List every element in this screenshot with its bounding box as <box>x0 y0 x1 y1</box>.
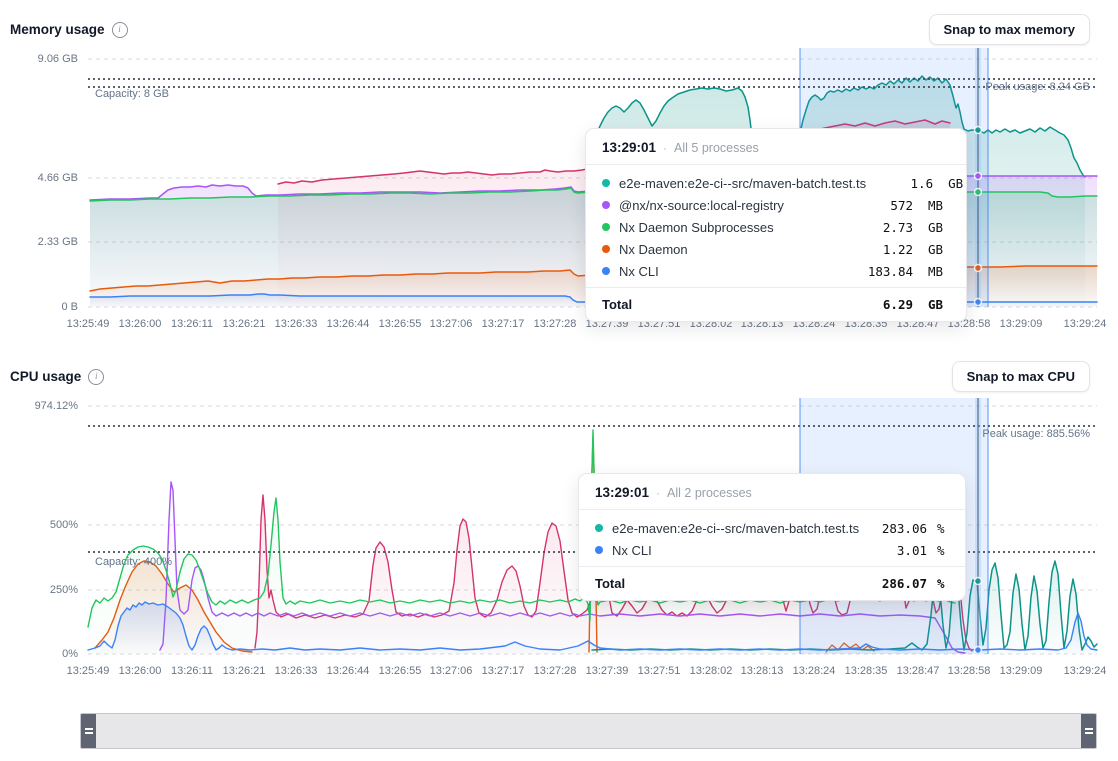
process-value: 572 <box>855 198 913 213</box>
series-color-dot <box>595 524 603 532</box>
tooltip-subtitle: All 5 processes <box>674 141 759 155</box>
total-value: 6.29 <box>855 297 913 312</box>
grip-icon <box>85 728 93 730</box>
memory-title: Memory usage <box>10 22 105 37</box>
crosshair-dot <box>975 647 982 654</box>
brush-handle-left[interactable] <box>81 714 96 748</box>
process-value: 3.01 <box>869 543 927 558</box>
tooltip-row: e2e-maven:e2e-ci--src/maven-batch.test.t… <box>595 517 949 539</box>
series-color-dot <box>602 245 610 253</box>
cpu-info-icon[interactable]: i <box>88 369 104 385</box>
x-tick-label: 13:29:09 <box>989 665 1053 677</box>
tooltip-subtitle: All 2 processes <box>667 486 752 500</box>
process-value: 1.6 <box>875 176 933 191</box>
grip-icon <box>1085 728 1093 730</box>
process-name: Nx CLI <box>619 264 846 279</box>
snap-to-max-memory-button[interactable]: Snap to max memory <box>929 14 1091 45</box>
tooltip-row: Nx CLI 3.01% <box>595 539 949 561</box>
process-value: 1.22 <box>855 242 913 257</box>
process-value: 2.73 <box>855 220 913 235</box>
crosshair-dot <box>975 173 982 180</box>
y-tick-label: 250% <box>50 584 78 596</box>
crosshair-dot <box>975 189 982 196</box>
series-color-dot <box>602 267 610 275</box>
y-tick-label: 500% <box>50 519 78 531</box>
y-tick-label: 4.66 GB <box>38 172 78 184</box>
total-unit: % <box>937 576 949 591</box>
tooltip-separator: · <box>663 141 667 155</box>
y-tick-label: 0% <box>62 648 78 660</box>
cpu-peak-label: Peak usage: 885.56% <box>982 428 1090 440</box>
process-value: 283.06 <box>869 521 927 536</box>
tooltip-row: Nx Daemon 1.22 GB <box>602 238 950 260</box>
process-unit: MB <box>928 198 950 213</box>
total-label: Total <box>595 576 860 591</box>
cpu-tooltip-header: 13:29:01 · All 2 processes <box>579 474 965 510</box>
cpu-capacity-label: Capacity: 400% <box>95 556 172 568</box>
memory-tooltip-total: Total 6.29 GB <box>586 287 966 321</box>
snap-to-max-cpu-button[interactable]: Snap to max CPU <box>952 361 1090 392</box>
process-unit: % <box>937 543 949 558</box>
tooltip-row: Nx CLI 183.84 MB <box>602 260 950 282</box>
process-name: Nx Daemon <box>619 242 846 257</box>
memory-tooltip-header: 13:29:01 · All 5 processes <box>586 129 966 165</box>
crosshair-dot <box>975 578 982 585</box>
memory-tooltip-rows: e2e-maven:e2e-ci--src/maven-batch.test.t… <box>586 165 966 287</box>
memory-tooltip: 13:29:01 · All 5 processes e2e-maven:e2e… <box>585 128 967 322</box>
process-unit: % <box>937 521 949 536</box>
process-name: Nx Daemon Subprocesses <box>619 220 846 235</box>
cpu-tooltip-total: Total 286.07 % <box>579 566 965 600</box>
y-tick-label: 2.33 GB <box>38 236 78 248</box>
memory-capacity-label: Capacity: 8 GB <box>95 88 169 100</box>
process-value: 183.84 <box>855 264 913 279</box>
y-tick-label: 9.06 GB <box>38 53 78 65</box>
crosshair-dot <box>975 265 982 272</box>
series-color-dot <box>602 223 610 231</box>
process-unit: GB <box>948 176 963 191</box>
x-tick-label: 13:29:24 <box>1053 665 1117 677</box>
total-value: 286.07 <box>869 576 927 591</box>
cpu-title: CPU usage <box>10 369 81 384</box>
tooltip-row: @nx/nx-source:local-registry 572 MB <box>602 194 950 216</box>
memory-peak-label: Peak usage: 8.24 GB <box>985 81 1090 93</box>
total-label: Total <box>602 297 846 312</box>
crosshair-dot <box>975 127 982 134</box>
total-unit: GB <box>928 297 950 312</box>
tooltip-row: e2e-maven:e2e-ci--src/maven-batch.test.t… <box>602 172 950 194</box>
process-name: e2e-maven:e2e-ci--src/maven-batch.test.t… <box>619 176 866 191</box>
process-unit: MB <box>928 264 950 279</box>
profiler-page: Memory usage i Snap to max memory 9.06 G… <box>0 0 1118 761</box>
tooltip-separator: · <box>656 486 660 500</box>
x-tick-label: 13:29:24 <box>1053 318 1117 330</box>
process-name: e2e-maven:e2e-ci--src/maven-batch.test.t… <box>612 521 860 536</box>
memory-header: Memory usage i Snap to max memory <box>10 14 1090 45</box>
process-unit: GB <box>928 220 950 235</box>
memory-info-icon[interactable]: i <box>112 22 128 38</box>
process-unit: GB <box>928 242 950 257</box>
x-tick-label: 13:29:09 <box>989 318 1053 330</box>
series-color-dot <box>602 201 610 209</box>
cpu-tooltip: 13:29:01 · All 2 processes e2e-maven:e2e… <box>578 473 966 601</box>
tooltip-time: 13:29:01 <box>595 485 649 500</box>
tooltip-row: Nx Daemon Subprocesses 2.73 GB <box>602 216 950 238</box>
tooltip-time: 13:29:01 <box>602 140 656 155</box>
y-tick-label: 0 B <box>61 301 78 313</box>
y-tick-label: 974.12% <box>35 400 78 412</box>
process-name: Nx CLI <box>612 543 860 558</box>
process-name: @nx/nx-source:local-registry <box>619 198 846 213</box>
series-color-dot <box>595 546 603 554</box>
cpu-tooltip-rows: e2e-maven:e2e-ci--src/maven-batch.test.t… <box>579 510 965 566</box>
cpu-header: CPU usage i Snap to max CPU <box>10 361 1090 392</box>
crosshair-dot <box>975 299 982 306</box>
brush-handle-right[interactable] <box>1081 714 1096 748</box>
series-color-dot <box>602 179 610 187</box>
brush-track[interactable] <box>96 714 1081 748</box>
timeline-brush[interactable] <box>80 713 1097 749</box>
